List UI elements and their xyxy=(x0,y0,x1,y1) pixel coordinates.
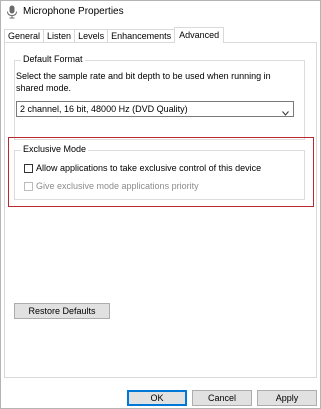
apply-button[interactable]: Apply xyxy=(257,390,317,406)
exclusive-priority-option: Give exclusive mode applications priorit… xyxy=(24,181,199,191)
microphone-properties-dialog: Microphone Properties General Listen Lev… xyxy=(0,0,321,409)
tab-levels[interactable]: Levels xyxy=(74,29,109,43)
tab-listen[interactable]: Listen xyxy=(43,29,76,43)
exclusive-mode-group: Exclusive Mode xyxy=(14,144,305,200)
exclusive-mode-title: Exclusive Mode xyxy=(21,144,89,154)
window-title: Microphone Properties xyxy=(23,6,124,17)
exclusive-priority-checkbox xyxy=(24,181,33,191)
microphone-icon xyxy=(6,5,18,19)
title-bar[interactable]: Microphone Properties xyxy=(1,1,320,23)
chevron-down-icon xyxy=(282,106,289,116)
default-format-title: Default Format xyxy=(21,54,85,64)
ok-button[interactable]: OK xyxy=(127,390,187,406)
exclusive-priority-label: Give exclusive mode applications priorit… xyxy=(36,181,199,191)
tab-advanced[interactable]: Advanced xyxy=(174,27,225,43)
allow-exclusive-control-checkbox[interactable] xyxy=(24,163,33,173)
tab-general[interactable]: General xyxy=(4,29,45,43)
cancel-button[interactable]: Cancel xyxy=(192,390,252,406)
tab-strip: General Listen Levels Enhancements Advan… xyxy=(4,27,225,43)
allow-exclusive-control-option[interactable]: Allow applications to take exclusive con… xyxy=(24,163,261,173)
sample-rate-dropdown[interactable]: 2 channel, 16 bit, 48000 Hz (DVD Quality… xyxy=(16,101,294,117)
sample-rate-selected-value: 2 channel, 16 bit, 48000 Hz (DVD Quality… xyxy=(20,104,188,114)
default-format-description: Select the sample rate and bit depth to … xyxy=(16,71,271,93)
restore-defaults-button[interactable]: Restore Defaults xyxy=(14,303,110,319)
tab-enhancements[interactable]: Enhancements xyxy=(107,29,176,43)
allow-exclusive-control-label: Allow applications to take exclusive con… xyxy=(36,163,262,173)
advanced-tab-panel: Default Format Select the sample rate an… xyxy=(4,42,317,378)
